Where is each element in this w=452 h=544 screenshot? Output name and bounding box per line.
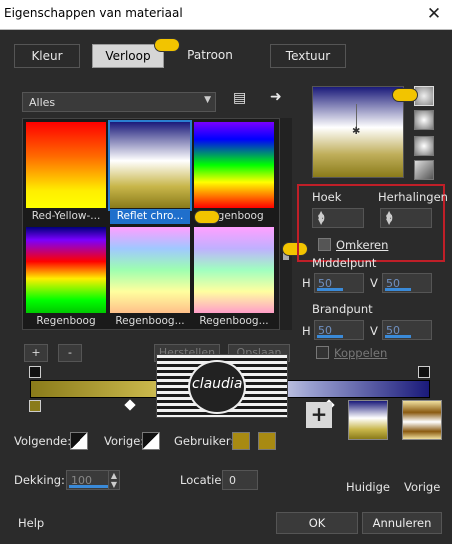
user-color-swatch-2[interactable] (258, 432, 276, 450)
opacity-spinner-icon[interactable]: ▲ ▼ (108, 470, 120, 490)
gradient-caption: Regenboog... (199, 315, 269, 327)
gradient-swatch (110, 122, 190, 208)
user-label: Gebruiker: (174, 434, 235, 448)
remove-gradient-button[interactable]: - (58, 344, 82, 362)
close-icon[interactable]: ✕ (425, 5, 443, 23)
cancel-button[interactable]: Annuleren (362, 512, 442, 534)
arrow-right-icon[interactable]: ➜ (270, 89, 282, 105)
color-stop-start[interactable] (29, 400, 41, 412)
tab-verloop[interactable]: Verloop (92, 44, 164, 68)
tab-textuur[interactable]: Textuur (270, 44, 346, 68)
ok-button[interactable]: OK (276, 512, 358, 534)
opacity-label: Dekking: (14, 473, 65, 487)
mid-v-label: V (370, 276, 378, 290)
gradient-swatch (194, 227, 274, 313)
current-swatch[interactable] (348, 400, 388, 440)
sunburst-mode-icon[interactable] (414, 136, 434, 156)
focal-h-label: H (302, 324, 311, 338)
rectangular-mode-icon[interactable] (414, 110, 434, 130)
mid-h-label: H (302, 276, 311, 290)
gradient-swatch (26, 122, 106, 208)
link-checkbox[interactable] (316, 346, 329, 359)
repeats-label: Herhalingen (378, 190, 448, 204)
previous-swatch[interactable] (402, 400, 442, 440)
gradient-item[interactable]: Regenboog... (110, 227, 190, 327)
gallery-scrollbar[interactable] (280, 118, 292, 330)
add-swatch-button[interactable]: + (306, 402, 332, 428)
prev-color-swatch[interactable] (142, 432, 160, 450)
location-input[interactable]: 0 (222, 470, 258, 490)
focal-h-input[interactable]: 50 (314, 320, 364, 340)
gradient-item[interactable]: Reflet chro... (108, 120, 192, 224)
watermark-text: claudia (192, 376, 243, 392)
midpoint-label: Middelpunt (312, 256, 377, 270)
prev-label: Vorige: (104, 434, 145, 448)
location-label: Locatie: (180, 473, 226, 487)
gradient-caption: Red-Yellow-... (31, 210, 101, 222)
user-color-swatch[interactable] (232, 432, 250, 450)
document-icon[interactable]: ▤ (233, 90, 246, 106)
preset-dropdown-value: Alles (29, 96, 56, 109)
location-value: 0 (229, 474, 236, 487)
angle-label: Hoek (312, 190, 342, 204)
title-bar: Eigenschappen van materiaal ✕ (0, 0, 452, 30)
gradient-item[interactable]: Red-Yellow-... (26, 122, 106, 222)
focal-h-bar (317, 335, 343, 338)
pointer-hand-icon (194, 210, 220, 224)
chevron-down-icon: ▼ (204, 95, 211, 105)
next-color-swatch[interactable] (70, 432, 88, 450)
focal-v-bar (385, 335, 411, 338)
focal-v-input[interactable]: 50 (382, 320, 432, 340)
gradient-swatch (26, 227, 106, 313)
gradient-swatch (194, 122, 274, 208)
gradient-caption: Regenboog (36, 315, 96, 327)
gradient-swatch (110, 227, 190, 313)
chevron-down-icon[interactable]: ▼ (318, 213, 362, 222)
chevron-down-icon[interactable]: ▼ (386, 213, 430, 222)
opacity-stop-start[interactable] (29, 366, 41, 378)
tab-patroon[interactable]: Patroon (176, 44, 244, 68)
gradient-item[interactable]: Regenboog (194, 122, 274, 222)
window-title: Eigenschappen van materiaal (4, 6, 183, 20)
opacity-stop-end[interactable] (418, 366, 430, 378)
next-label: Volgende: (14, 434, 72, 448)
preset-dropdown[interactable]: Alles ▼ (22, 92, 216, 112)
gradient-caption: Regenboog... (115, 315, 185, 327)
tab-kleur[interactable]: Kleur (14, 44, 80, 68)
gradient-item[interactable]: Regenboog (26, 227, 106, 327)
angle-input[interactable]: 0 ▲ ▼ ▼ (312, 208, 364, 228)
gradient-caption: Reflet chro... (110, 210, 190, 224)
gradient-gallery: Red-Yellow-... Reflet chro... Regenboog … (22, 118, 280, 330)
focal-label: Brandpunt (312, 302, 373, 316)
pointer-hand-icon (392, 88, 418, 102)
add-gradient-button[interactable]: + (24, 344, 48, 362)
current-label: Huidige (346, 480, 391, 494)
repeats-input[interactable]: 0 ▲ ▼ ▼ (380, 208, 432, 228)
focal-v-label: V (370, 324, 378, 338)
focal-point-icon[interactable]: ✱ (352, 126, 360, 137)
midpoint-v-bar (385, 288, 411, 291)
invert-label: Omkeren (336, 238, 389, 252)
invert-checkbox[interactable] (318, 238, 331, 251)
midpoint-h-input[interactable]: 50 (314, 273, 364, 293)
previous-label: Vorige (404, 480, 441, 494)
help-link[interactable]: Help (18, 516, 44, 530)
radial-mode-icon[interactable] (414, 160, 434, 180)
midpoint-h-bar (317, 288, 343, 291)
midpoint-v-input[interactable]: 50 (382, 273, 432, 293)
pointer-hand-icon (154, 38, 180, 52)
gradient-item[interactable]: Regenboog... (194, 227, 274, 327)
link-label: Koppelen (334, 346, 388, 360)
